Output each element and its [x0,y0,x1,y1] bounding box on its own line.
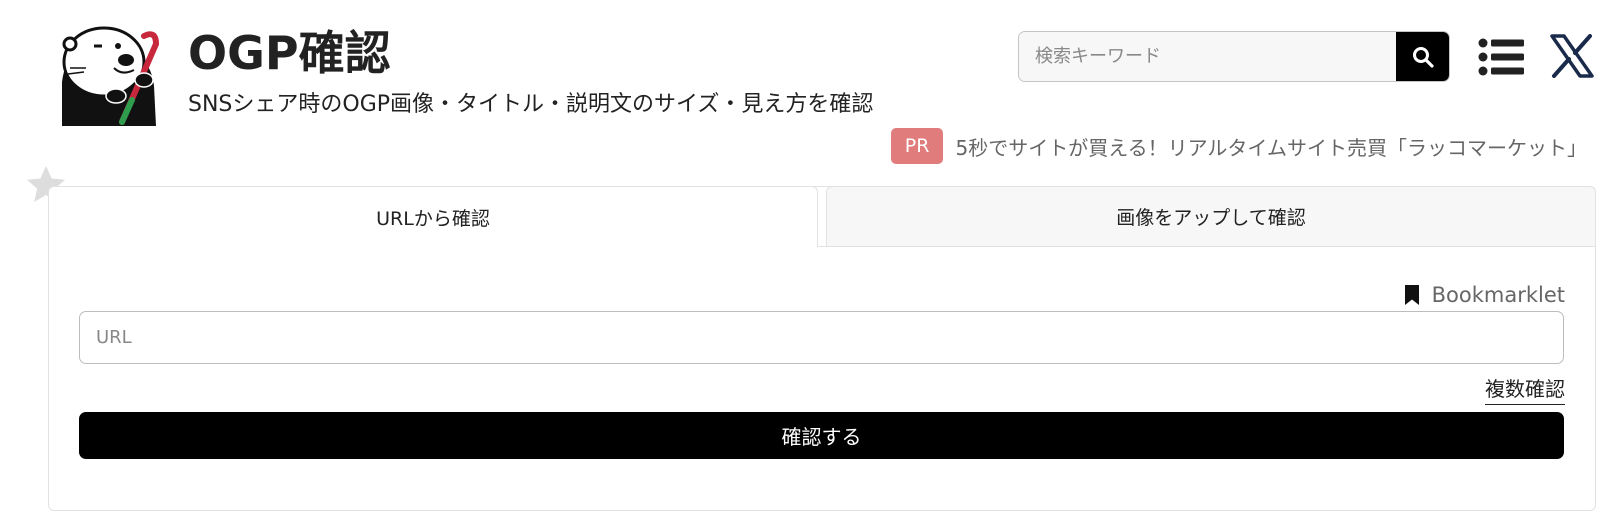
pr-badge: PR [890,128,944,164]
search-icon [1412,46,1434,68]
site-title[interactable]: OGP確認 [188,24,391,82]
pr-link[interactable]: 5秒でサイトが買える！リアルタイムサイト売買「ラッコマーケット」 [955,132,1587,161]
search-bar [1018,31,1450,82]
list-menu-icon[interactable] [1478,38,1524,76]
page: OGP確認 SNSシェア時のOGP画像・タイトル・説明文のサイズ・見え方を確認 … [0,0,1623,528]
tab-image-upload[interactable]: 画像をアップして確認 [826,186,1596,247]
tab-label: URLから確認 [376,207,490,230]
search-input[interactable] [1019,32,1396,81]
tab-divider [818,246,826,247]
search-button[interactable] [1396,32,1449,81]
tab-bar: URLから確認 画像をアップして確認 [48,186,1596,247]
sea-otter-mascot-icon[interactable] [56,22,162,128]
tab-url-check[interactable]: URLから確認 [48,186,818,247]
site-subtitle: SNSシェア時のOGP画像・タイトル・説明文のサイズ・見え方を確認 [188,92,874,117]
bookmarklet-link[interactable]: Bookmarklet [1404,280,1565,310]
multi-check-link[interactable]: 複数確認 [1485,373,1565,405]
tab-label: 画像をアップして確認 [1116,207,1306,229]
x-logo-icon[interactable] [1550,34,1594,78]
submit-button[interactable]: 確認する [79,412,1564,459]
url-input[interactable] [79,311,1564,364]
pr-banner: PR 5秒でサイトが買える！リアルタイムサイト売買「ラッコマーケット」 [890,128,1587,164]
bookmark-icon [1404,285,1419,305]
bookmarklet-label: Bookmarklet [1431,283,1565,307]
